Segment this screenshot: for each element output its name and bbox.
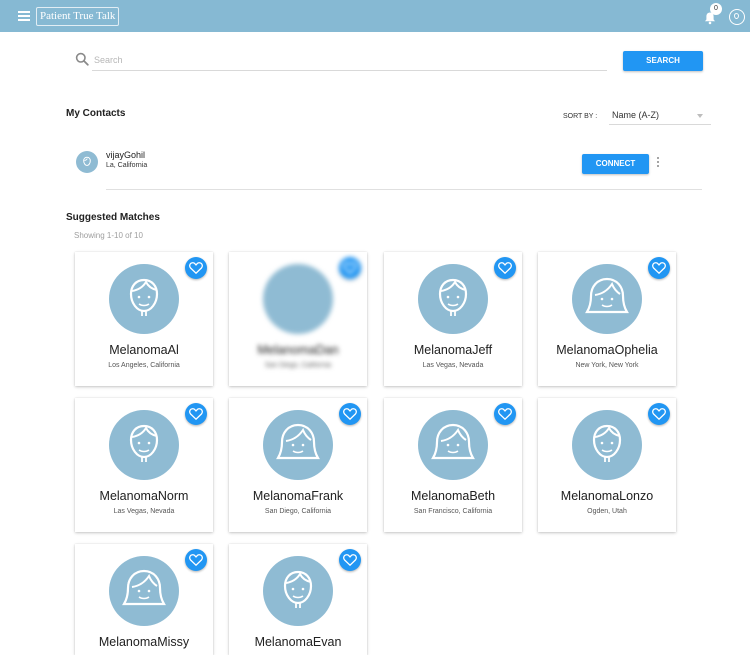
- heart-icon[interactable]: [494, 257, 516, 279]
- heart-icon[interactable]: [185, 257, 207, 279]
- match-card[interactable]: MelanomaAl Los Angeles, California: [75, 252, 213, 386]
- match-name: MelanomaJeff: [413, 343, 493, 357]
- heart-icon[interactable]: [185, 549, 207, 571]
- avatar-male-icon: [109, 264, 179, 334]
- match-card[interactable]: MelanomaBeth San Francisco, California: [384, 398, 522, 532]
- match-location: Las Vegas, Nevada: [422, 362, 484, 369]
- match-card[interactable]: MelanomaEvan: [229, 544, 367, 655]
- sort-select[interactable]: Name (A-Z): [609, 106, 711, 125]
- contact-location: La, California: [106, 162, 148, 169]
- avatar-female-icon: [263, 410, 333, 480]
- avatar-male-icon: [109, 410, 179, 480]
- match-name: MelanomaDan: [257, 343, 339, 357]
- match-name: MelanomaOphelia: [556, 343, 658, 357]
- heart-icon[interactable]: [339, 403, 361, 425]
- results-count: Showing 1-10 of 10: [74, 231, 143, 240]
- match-card[interactable]: MelanomaMissy: [75, 544, 213, 655]
- sort-select-value: Name (A-Z): [612, 110, 659, 120]
- heart-icon[interactable]: [339, 549, 361, 571]
- more-vert-icon[interactable]: [656, 157, 660, 169]
- suggested-matches-heading: Suggested Matches: [66, 212, 160, 223]
- avatar-female-icon: [109, 556, 179, 626]
- heart-icon[interactable]: [648, 403, 670, 425]
- match-name: MelanomaNorm: [99, 489, 189, 503]
- match-card[interactable]: MelanomaOphelia New York, New York: [538, 252, 676, 386]
- match-location: New York, New York: [575, 362, 639, 369]
- heart-icon[interactable]: [339, 257, 361, 279]
- match-card[interactable]: MelanomaLonzo Ogden, Utah: [538, 398, 676, 532]
- notification-badge: 0: [710, 3, 722, 15]
- top-app-bar: Patient True Talk 0: [0, 0, 750, 32]
- profile-icon[interactable]: [729, 9, 745, 25]
- match-card[interactable]: MelanomaNorm Las Vegas, Nevada: [75, 398, 213, 532]
- avatar-female-icon: [418, 410, 488, 480]
- match-location: San Diego, California: [264, 508, 332, 515]
- match-name: MelanomaBeth: [410, 489, 496, 503]
- contact-avatar[interactable]: [76, 151, 98, 173]
- my-contacts-heading: My Contacts: [66, 108, 126, 119]
- profile-photo: [263, 264, 333, 334]
- match-location: Los Angeles, California: [108, 362, 180, 369]
- connect-button[interactable]: CONNECT: [582, 154, 649, 174]
- match-name: MelanomaEvan: [254, 635, 342, 649]
- avatar-male-icon: [418, 264, 488, 334]
- sort-by-label: SORT BY :: [563, 113, 598, 120]
- match-name: MelanomaLonzo: [560, 489, 654, 503]
- hamburger-icon[interactable]: [18, 11, 30, 21]
- match-card[interactable]: MelanomaFrank San Diego, California: [229, 398, 367, 532]
- match-location: Las Vegas, Nevada: [113, 508, 175, 515]
- avatar-female-icon: [572, 264, 642, 334]
- search-input[interactable]: [92, 49, 607, 71]
- avatar-male-icon: [263, 556, 333, 626]
- heart-icon[interactable]: [494, 403, 516, 425]
- avatar-male-icon: [572, 410, 642, 480]
- match-location: Ogden, Utah: [587, 508, 627, 515]
- match-card[interactable]: MelanomaDan San Diego, California: [229, 252, 367, 386]
- contact-name[interactable]: vijayGohil: [106, 150, 145, 160]
- heart-icon[interactable]: [648, 257, 670, 279]
- search-button[interactable]: SEARCH: [623, 51, 703, 71]
- match-name: MelanomaFrank: [252, 489, 344, 503]
- app-logo[interactable]: Patient True Talk: [36, 7, 120, 26]
- chevron-down-icon: [697, 114, 703, 118]
- search-icon: [75, 52, 89, 66]
- match-location: San Francisco, California: [413, 508, 493, 515]
- contacts-divider: [106, 189, 702, 190]
- match-name: MelanomaMissy: [98, 635, 190, 649]
- match-card[interactable]: MelanomaJeff Las Vegas, Nevada: [384, 252, 522, 386]
- heart-icon[interactable]: [185, 403, 207, 425]
- match-name: MelanomaAl: [109, 343, 179, 357]
- match-location: San Diego, California: [264, 362, 332, 369]
